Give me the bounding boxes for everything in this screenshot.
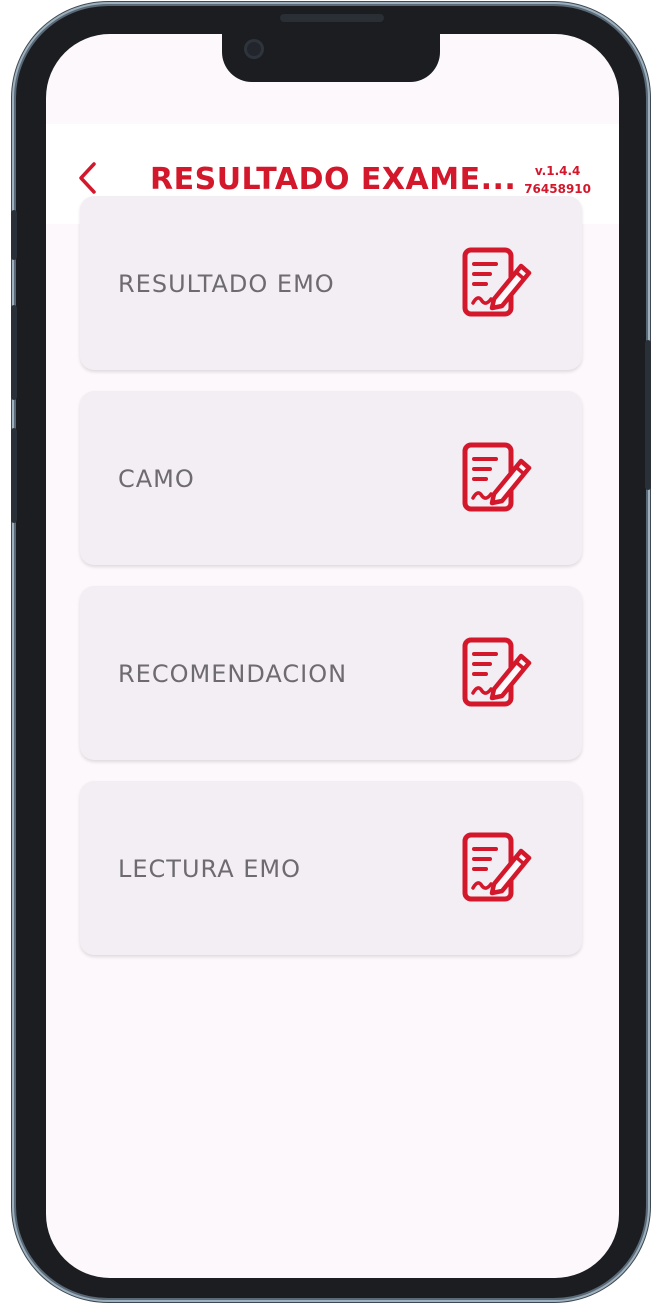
app-screen: RESULTADO EXAME... v.1.4.4 76458910 RESU… — [46, 34, 619, 1278]
back-button[interactable] — [72, 158, 106, 198]
document-edit-icon — [462, 637, 532, 707]
phone-power-button — [645, 340, 651, 490]
document-edit-icon — [462, 442, 532, 512]
menu-item-recomendacion[interactable]: RECOMENDACION — [80, 586, 582, 760]
phone-notch — [222, 34, 440, 82]
menu-item-label: CAMO — [118, 465, 195, 493]
phone-volume-down-button — [11, 428, 17, 523]
phone-speaker — [280, 14, 384, 22]
page-title: RESULTADO EXAME... — [150, 162, 517, 197]
menu-item-label: RECOMENDACION — [118, 660, 348, 688]
version-info: v.1.4.4 76458910 — [524, 162, 591, 198]
menu-item-label: RESULTADO EMO — [118, 270, 335, 298]
app-version: v.1.4.4 — [534, 164, 581, 178]
menu-list: RESULTADO EMO CAMO RECOMENDACION LECTURA… — [80, 196, 582, 976]
menu-item-label: LECTURA EMO — [118, 855, 302, 883]
document-edit-icon — [462, 832, 532, 902]
menu-item-resultado-emo[interactable]: RESULTADO EMO — [80, 196, 582, 370]
document-edit-icon — [462, 247, 532, 317]
menu-item-lectura-emo[interactable]: LECTURA EMO — [80, 781, 582, 955]
phone-volume-up-button — [11, 305, 17, 400]
menu-item-camo[interactable]: CAMO — [80, 391, 582, 565]
phone-side-button — [11, 210, 17, 260]
camera-icon — [244, 39, 264, 59]
chevron-left-icon — [79, 162, 96, 194]
